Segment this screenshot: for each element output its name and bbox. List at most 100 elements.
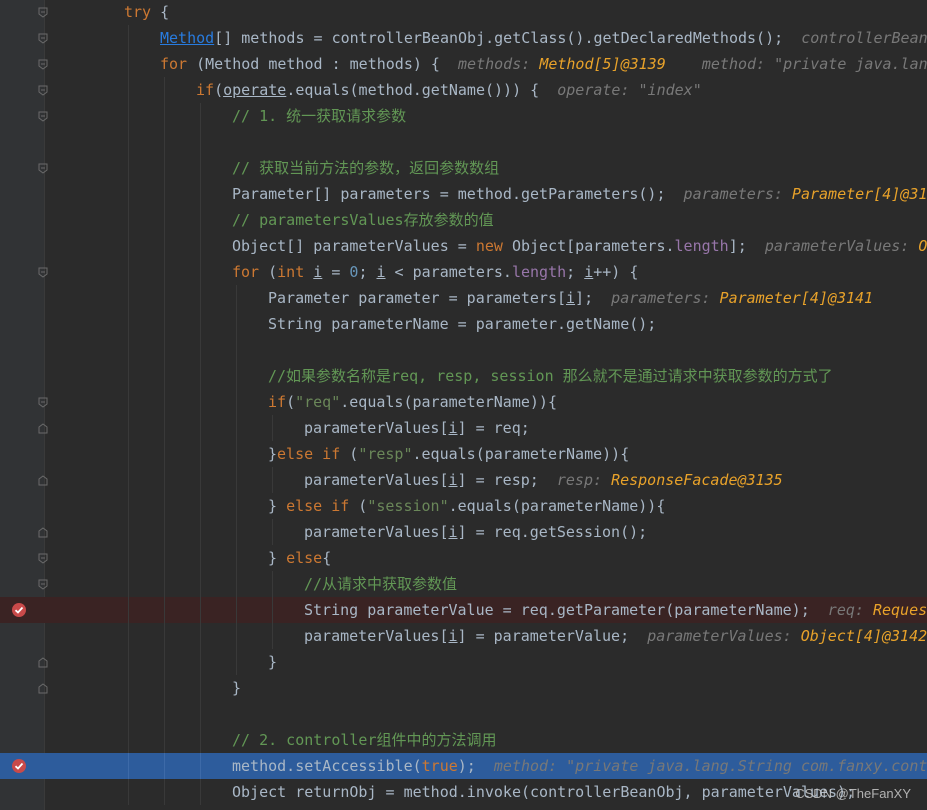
code-line[interactable]: Parameter[] parameters = method.getParam… <box>0 181 927 207</box>
code-line[interactable]: // 2. controller组件中的方法调用 <box>0 727 927 753</box>
code-token: i <box>448 627 458 645</box>
code-line[interactable]: Method[] methods = controllerBeanObj.get… <box>0 25 927 51</box>
code-line[interactable]: method.setAccessible(true); method: "pri… <box>0 753 927 779</box>
indent-guide <box>164 701 165 727</box>
code-line[interactable] <box>0 129 927 155</box>
indent-guide <box>164 597 165 623</box>
code-line[interactable]: String parameterName = parameter.getName… <box>0 311 927 337</box>
code-line[interactable] <box>0 337 927 363</box>
indent-guide <box>236 285 237 311</box>
indent-guide <box>164 155 165 181</box>
breakpoint-icon[interactable] <box>11 602 27 618</box>
code-token: [] methods = controllerBeanObj.getClass(… <box>214 29 784 47</box>
fold-toggle-icon[interactable] <box>38 33 48 44</box>
code-token: i <box>448 419 458 437</box>
code-line[interactable]: try { <box>0 0 927 25</box>
indent-guide <box>236 389 237 415</box>
code-token: else if <box>277 445 341 463</box>
code-line[interactable]: if("req".equals(parameterName)){ <box>0 389 927 415</box>
fold-end-icon[interactable] <box>38 527 48 538</box>
code-line[interactable]: } else{ <box>0 545 927 571</box>
code-token: ); <box>457 757 476 775</box>
inline-debug-value: O <box>918 237 927 255</box>
code-text: if("req".equals(parameterName)){ <box>268 389 557 415</box>
code-token: } <box>232 679 242 697</box>
fold-toggle-icon[interactable] <box>38 553 48 564</box>
code-line[interactable]: for (Method method : methods) { methods:… <box>0 51 927 77</box>
code-line[interactable]: // parametersValues存放参数的值 <box>0 207 927 233</box>
indent-guide <box>272 623 273 649</box>
code-line[interactable]: for (int i = 0; i < parameters.length; i… <box>0 259 927 285</box>
code-token: parameterValues[ <box>304 627 449 645</box>
code-text: Method[] methods = controllerBeanObj.get… <box>160 25 927 51</box>
fold-toggle-icon[interactable] <box>38 59 48 70</box>
code-token: ++) { <box>593 263 639 281</box>
code-line[interactable]: Object returnObj = method.invoke(control… <box>0 779 927 805</box>
fold-end-icon[interactable] <box>38 683 48 694</box>
code-text: parameterValues[i] = resp; resp: Respons… <box>304 467 783 493</box>
code-token: else <box>286 549 323 567</box>
indent-guide <box>128 779 129 805</box>
code-line[interactable]: String parameterValue = req.getParameter… <box>0 597 927 623</box>
code-text: } <box>268 649 277 675</box>
code-line[interactable]: Parameter parameter = parameters[i]; par… <box>0 285 927 311</box>
code-token: new <box>475 237 503 255</box>
code-line[interactable]: Object[] parameterValues = new Object[pa… <box>0 233 927 259</box>
code-line[interactable] <box>0 701 927 727</box>
indent-guide <box>164 389 165 415</box>
code-token: for <box>232 263 260 281</box>
indent-guide <box>128 311 129 337</box>
code-line[interactable]: // 1. 统一获取请求参数 <box>0 103 927 129</box>
code-line[interactable]: } <box>0 649 927 675</box>
inline-debug-value: parameters: <box>611 289 720 307</box>
indent-guide <box>128 467 129 493</box>
code-line[interactable]: parameterValues[i] = parameterValue; par… <box>0 623 927 649</box>
code-line[interactable]: } <box>0 675 927 701</box>
code-text: } <box>232 675 241 701</box>
code-text: parameterValues[i] = req.getSession(); <box>304 519 647 545</box>
code-token: // 2. controller组件中的方法调用 <box>232 731 497 749</box>
code-line[interactable]: //如果参数名称是req, resp, session 那么就不是通过请求中获取… <box>0 363 927 389</box>
fold-toggle-icon[interactable] <box>38 267 48 278</box>
code-token: Parameter parameter = parameters[ <box>268 289 567 307</box>
indent-guide <box>200 389 201 415</box>
code-editor[interactable]: try {Method[] methods = controllerBeanOb… <box>0 0 927 810</box>
code-line[interactable]: parameterValues[i] = req.getSession(); <box>0 519 927 545</box>
fold-toggle-icon[interactable] <box>38 111 48 122</box>
fold-end-icon[interactable] <box>38 657 48 668</box>
inline-debug-value: resp: <box>556 471 612 489</box>
code-token: ( <box>340 445 359 463</box>
code-line[interactable]: if(operate.equals(method.getName())) { o… <box>0 77 927 103</box>
fold-toggle-icon[interactable] <box>38 85 48 96</box>
breakpoint-icon[interactable] <box>11 758 27 774</box>
indent-guide <box>128 103 129 129</box>
indent-guide <box>200 129 201 155</box>
code-token: parameterValues[ <box>304 471 449 489</box>
code-line[interactable]: //从请求中获取参数值 <box>0 571 927 597</box>
fold-toggle-icon[interactable] <box>38 397 48 408</box>
code-line[interactable]: } else if ("session".equals(parameterNam… <box>0 493 927 519</box>
indent-guide <box>128 441 129 467</box>
code-text: for (int i = 0; i < parameters.length; i… <box>232 259 638 285</box>
fold-end-icon[interactable] <box>38 475 48 486</box>
code-text: } else if ("session".equals(parameterNam… <box>268 493 665 519</box>
code-text: // parametersValues存放参数的值 <box>232 207 494 233</box>
code-line[interactable]: // 获取当前方法的参数，返回参数数组 <box>0 155 927 181</box>
code-line[interactable]: }else if ("resp".equals(parameterName)){ <box>0 441 927 467</box>
fold-end-icon[interactable] <box>38 423 48 434</box>
fold-toggle-icon[interactable] <box>38 579 48 590</box>
fold-toggle-icon[interactable] <box>38 163 48 174</box>
code-line[interactable]: parameterValues[i] = req; <box>0 415 927 441</box>
indent-guide <box>128 597 129 623</box>
indent-guide <box>200 363 201 389</box>
indent-guide <box>200 441 201 467</box>
indent-guide <box>164 77 165 103</box>
code-token: i <box>584 263 594 281</box>
code-line[interactable]: parameterValues[i] = resp; resp: Respons… <box>0 467 927 493</box>
fold-toggle-icon[interactable] <box>38 7 48 18</box>
code-token: } <box>268 653 278 671</box>
